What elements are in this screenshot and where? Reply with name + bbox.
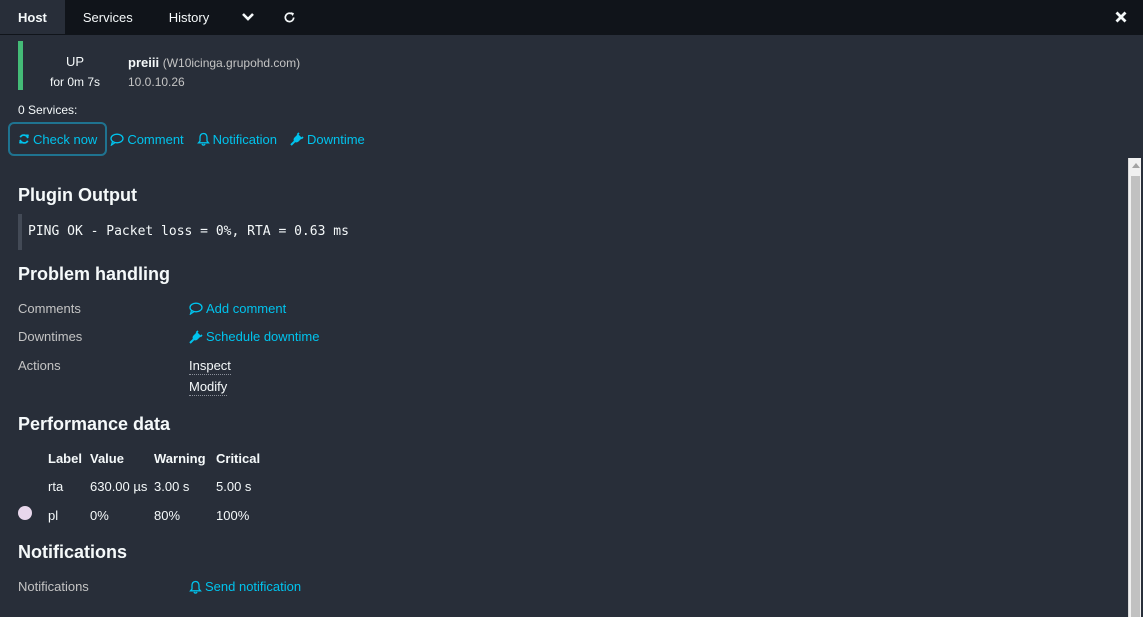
performance-data-heading: Performance data bbox=[18, 414, 171, 434]
plugin-output-text: PING OK - Packet loss = 0%, RTA = 0.63 m… bbox=[18, 214, 618, 250]
plugin-output-heading: Plugin Output bbox=[18, 185, 137, 205]
scrollbar-thumb[interactable] bbox=[1131, 176, 1140, 617]
comment-icon bbox=[189, 302, 203, 315]
downtime-label: Downtime bbox=[306, 131, 365, 147]
refresh-icon bbox=[19, 134, 29, 144]
schedule-downtime-link[interactable]: Schedule downtime bbox=[189, 329, 319, 344]
schedule-downtime-label: Schedule downtime bbox=[206, 329, 320, 344]
plug-icon bbox=[189, 329, 203, 344]
modify-link[interactable]: Modify bbox=[189, 379, 228, 396]
bell-icon bbox=[196, 132, 210, 146]
inspect-label: Inspect bbox=[189, 358, 231, 375]
services-count: 0 Services: bbox=[18, 103, 78, 117]
refresh-icon bbox=[284, 11, 295, 22]
host-state-since: for 0m 7s bbox=[49, 75, 100, 89]
quick-actions: Check now Comment Notification Downtime bbox=[8, 122, 378, 156]
plug-icon bbox=[290, 132, 304, 146]
notification-button[interactable]: Notification bbox=[196, 131, 277, 147]
add-comment-link[interactable]: Add comment bbox=[189, 301, 286, 316]
perf-header-value: Value bbox=[90, 451, 124, 466]
notification-label: Notification bbox=[212, 131, 277, 147]
perf-header-critical: Critical bbox=[216, 451, 261, 466]
perf-row-rta-value: 630.00 µs bbox=[90, 479, 148, 494]
chevron-down-icon bbox=[242, 13, 255, 21]
notifications-label: Notifications bbox=[18, 579, 89, 594]
downtimes-label: Downtimes bbox=[18, 329, 83, 344]
tab-dropdown[interactable] bbox=[227, 0, 269, 34]
host-title: preiii (W10icinga.grupohd.com) bbox=[128, 55, 300, 70]
comment-button[interactable]: Comment bbox=[110, 131, 184, 147]
inspect-link[interactable]: Inspect bbox=[189, 358, 231, 375]
check-now-button[interactable]: Check now bbox=[8, 122, 108, 156]
host-name: preiii bbox=[128, 55, 160, 70]
tab-bar: Host Services History bbox=[0, 0, 1143, 35]
perf-row-pl-label: pl bbox=[48, 508, 59, 523]
host-header: UP for 0m 7s preiii (W10icinga.grupohd.c… bbox=[18, 41, 418, 90]
perf-row-rta-warning: 3.00 s bbox=[154, 479, 190, 494]
send-notification-link[interactable]: Send notification bbox=[189, 579, 301, 594]
notifications-heading: Notifications bbox=[18, 542, 128, 562]
perf-row-pl-critical: 100% bbox=[216, 508, 250, 523]
scroll-up-arrow[interactable] bbox=[1132, 163, 1140, 168]
tab-refresh[interactable] bbox=[269, 0, 310, 34]
perf-header-warning: Warning bbox=[154, 451, 206, 466]
actions-label: Actions bbox=[18, 358, 61, 373]
perf-row-pl-value: 0% bbox=[90, 508, 109, 523]
perf-row-rta-label: rta bbox=[48, 479, 64, 494]
tab-services[interactable]: Services bbox=[65, 0, 151, 34]
perf-row-pl-warning: 80% bbox=[154, 508, 181, 523]
problem-handling-heading: Problem handling bbox=[18, 264, 171, 284]
vertical-scrollbar[interactable] bbox=[1128, 158, 1141, 617]
comment-icon bbox=[110, 133, 124, 146]
host-address: 10.0.10.26 bbox=[128, 75, 185, 89]
comment-label: Comment bbox=[127, 131, 184, 147]
perf-pie-chart bbox=[18, 506, 32, 520]
tab-history[interactable]: History bbox=[151, 0, 227, 34]
modify-label: Modify bbox=[189, 379, 228, 396]
tab-host[interactable]: Host bbox=[0, 0, 65, 34]
perf-header-label: Label bbox=[48, 451, 82, 466]
host-state: UP bbox=[65, 54, 85, 69]
add-comment-label: Add comment bbox=[206, 301, 287, 316]
perf-row-rta-critical: 5.00 s bbox=[216, 479, 252, 494]
check-now-label: Check now bbox=[33, 131, 98, 147]
close-icon bbox=[1115, 11, 1127, 23]
close-button[interactable] bbox=[1113, 9, 1129, 25]
comments-label: Comments bbox=[18, 301, 81, 316]
bell-icon bbox=[189, 580, 202, 594]
send-notification-label: Send notification bbox=[205, 579, 302, 594]
downtime-button[interactable]: Downtime bbox=[290, 132, 365, 147]
host-display-name: (W10icinga.grupohd.com) bbox=[162, 56, 301, 70]
